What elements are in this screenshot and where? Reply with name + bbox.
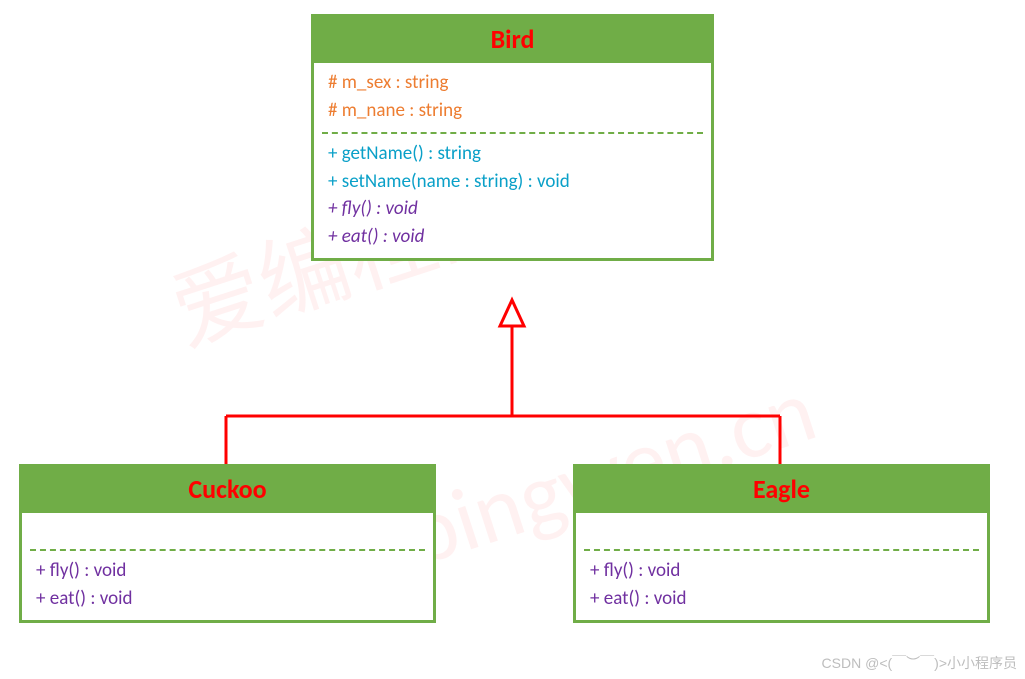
class-attrs-bird: # m_sex : string # m_nane : string — [314, 63, 711, 132]
class-attrs-cuckoo — [22, 513, 433, 549]
method-row-virtual: + eat() : void — [328, 223, 697, 251]
class-name-bird: Bird — [314, 17, 711, 63]
attribution-text: CSDN @<(￣︶￣)>小小程序员 — [822, 653, 1017, 673]
class-box-bird: Bird # m_sex : string # m_nane : string … — [311, 14, 714, 261]
class-methods-eagle: + fly() : void + eat() : void — [576, 551, 987, 620]
method-row: + eat() : void — [590, 585, 973, 613]
class-attrs-eagle — [576, 513, 987, 549]
class-name-cuckoo: Cuckoo — [22, 467, 433, 513]
attr-row: # m_nane : string — [328, 97, 697, 125]
method-row: + setName(name : string) : void — [328, 168, 697, 196]
method-row: + fly() : void — [36, 557, 419, 585]
method-row-virtual: + fly() : void — [328, 195, 697, 223]
class-name-eagle: Eagle — [576, 467, 987, 513]
arrowhead-icon — [500, 300, 524, 326]
class-box-cuckoo: Cuckoo + fly() : void + eat() : void — [19, 464, 436, 623]
class-methods-bird: + getName() : string + setName(name : st… — [314, 134, 711, 258]
attr-row: # m_sex : string — [328, 69, 697, 97]
class-methods-cuckoo: + fly() : void + eat() : void — [22, 551, 433, 620]
method-row: + eat() : void — [36, 585, 419, 613]
method-row: + fly() : void — [590, 557, 973, 585]
method-row: + getName() : string — [328, 140, 697, 168]
class-box-eagle: Eagle + fly() : void + eat() : void — [573, 464, 990, 623]
